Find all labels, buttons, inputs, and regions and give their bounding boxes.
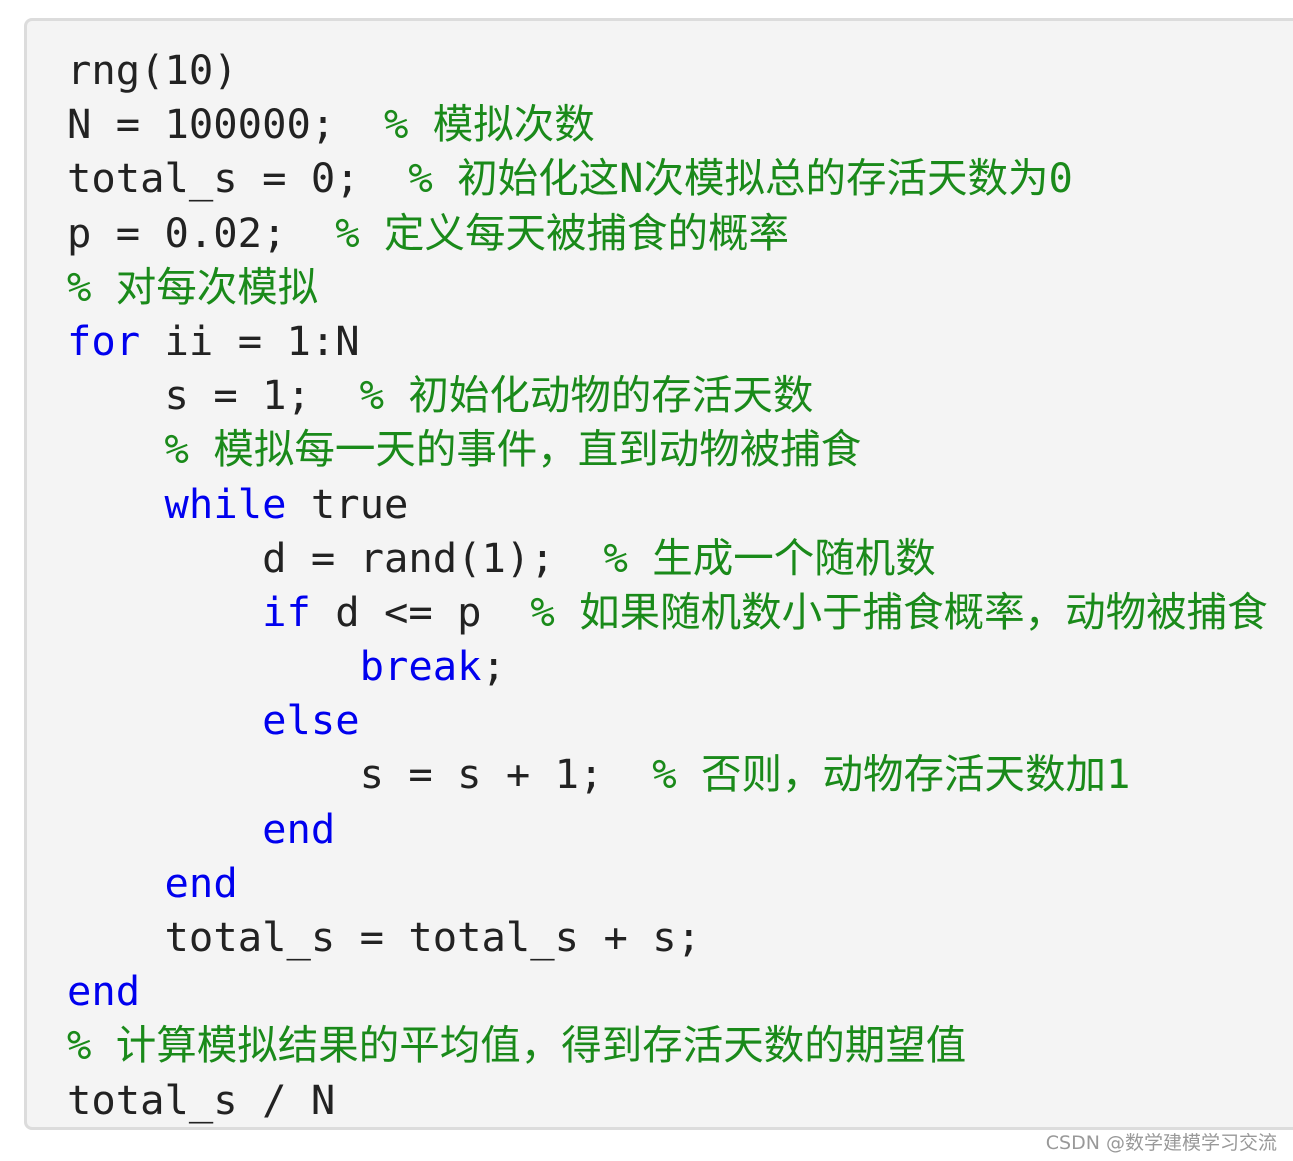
code-line: total_s / N <box>67 1073 1268 1127</box>
code-text: N = 100000; <box>67 100 384 149</box>
code-line: end <box>67 964 1268 1018</box>
code-text: total_s = total_s + s; <box>164 913 701 961</box>
code-line: if d <= p % 如果随机数小于捕食概率，动物被捕食 <box>67 585 1268 639</box>
keyword-token: else <box>262 696 360 745</box>
code-line: for ii = 1:N <box>67 314 1268 368</box>
comment-text: % 计算模拟结果的平均值，得到存活天数的期望值 <box>67 1021 967 1070</box>
keyword-token: while <box>164 479 287 528</box>
comment-text: % 模拟每一天的事件，直到动物被捕食 <box>164 425 862 474</box>
code-text: d = rand(1); <box>262 533 604 582</box>
code-text: true <box>286 479 409 528</box>
comment-text: % 对每次模拟 <box>67 262 319 311</box>
comment-text: % 模拟次数 <box>383 100 595 149</box>
comment-text: % 生成一个随机数 <box>603 533 936 582</box>
code-text: total_s / N <box>67 1075 336 1124</box>
comment-text: % 定义每天被捕食的概率 <box>335 208 789 257</box>
code-text: s = 1; <box>164 371 360 420</box>
code-text: s = s + 1; <box>359 750 653 799</box>
keyword-token: for <box>67 316 141 365</box>
code-line: s = 1; % 初始化动物的存活天数 <box>67 368 1268 422</box>
code-line: p = 0.02; % 定义每天被捕食的概率 <box>67 206 1268 260</box>
code-line: N = 100000; % 模拟次数 <box>67 97 1268 151</box>
code-line: % 模拟每一天的事件，直到动物被捕食 <box>67 422 1268 476</box>
code-line: % 计算模拟结果的平均值，得到存活天数的期望值 <box>67 1018 1268 1072</box>
comment-text: % 初始化这N次模拟总的存活天数为0 <box>408 154 1073 203</box>
code-text: d <= p <box>310 587 531 636</box>
code-line: else <box>67 693 1268 747</box>
code-line: % 对每次模拟 <box>67 260 1268 314</box>
code-line: total_s = total_s + s; <box>67 910 1268 964</box>
keyword-token: if <box>262 587 311 636</box>
comment-text: % 如果随机数小于捕食概率，动物被捕食 <box>530 587 1268 636</box>
comment-text: % 否则，动物存活天数加1 <box>652 750 1131 799</box>
watermark: CSDN @数学建模学习交流 <box>1045 1132 1277 1154</box>
code-text: ; <box>481 642 506 691</box>
code-text: total_s = 0; <box>67 154 409 203</box>
code-line: end <box>67 856 1268 910</box>
code-line: total_s = 0; % 初始化这N次模拟总的存活天数为0 <box>67 151 1268 205</box>
code-line: end <box>67 802 1268 856</box>
keyword-token: end <box>67 967 141 1016</box>
code-line: while true <box>67 477 1268 531</box>
code-text: rng(10) <box>67 46 238 94</box>
code-block: rng(10) N = 100000; % 模拟次数 total_s = 0; % … <box>24 18 1293 1130</box>
keyword-token: end <box>164 858 238 907</box>
code-content: rng(10) N = 100000; % 模拟次数 total_s = 0; % … <box>67 43 1268 1127</box>
code-text: p = 0.02; <box>67 208 336 257</box>
code-line: s = s + 1; % 否则，动物存活天数加1 <box>67 747 1268 801</box>
code-line: break; <box>67 639 1268 693</box>
keyword-token: end <box>262 804 336 853</box>
code-text: ii = 1:N <box>140 316 360 365</box>
comment-text: % 初始化动物的存活天数 <box>359 371 814 420</box>
code-line: rng(10) <box>67 43 1268 97</box>
code-line: d = rand(1); % 生成一个随机数 <box>67 531 1268 585</box>
keyword-token: break <box>359 642 482 691</box>
